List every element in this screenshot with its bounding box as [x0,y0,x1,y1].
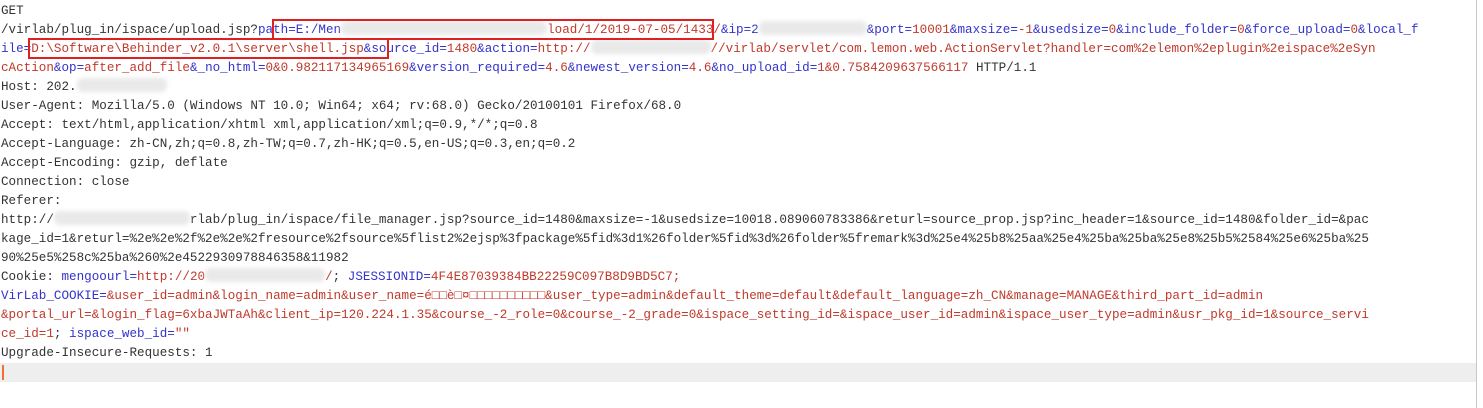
action-value-start: http:// [537,42,591,56]
action-value-end: cAction [1,61,54,75]
source-id-value: 1480 [446,42,478,56]
cookie-separator: ; [53,327,70,341]
ip-param: &ip=2 [720,23,759,37]
host-text: Host: 202. [1,80,77,94]
force-upload-key: &force_upload= [1244,23,1351,37]
no-upload-id-key: &no_upload_id= [711,61,818,75]
cookie-line-1: Cookie: mengoourl=http://20/; JSESSIONID… [1,268,681,284]
version-required-value: 4.6 [545,61,568,75]
upgrade-insecure-header: Upgrade-Insecure-Requests: 1 [1,346,213,360]
referer-line-3: 90%25e5%258c%25ba%260%2e4522930978846358… [1,251,349,265]
cookie-line-3: &portal_url=&login_flag=6xbaJWTaAh&clien… [1,308,1369,322]
action-value-path: //virlab/servlet/com.lemon.web.ActionSer… [710,42,1376,56]
usedsize-key: &usedsize= [1033,23,1109,37]
request-line-3: cAction&op=after_add_file&_no_html=0&0.9… [1,59,1036,78]
virlab-cookie-value-3: ce_id=1 [1,327,54,341]
local-file-key-start: &local_f [1358,23,1419,37]
referer-header: Referer: [1,194,62,208]
cookie-label: Cookie: [1,270,62,284]
include-folder-value: 0 [1237,23,1245,37]
source-id-key: &source_id= [363,42,447,56]
referer-scheme: http:// [1,213,54,227]
newest-version-value: 4.6 [688,61,712,75]
no-html-value: 0&0.982117134965169 [265,61,410,75]
referer-line-1: http:// rlab/plug_in/ispace/file_manager.… [1,211,1369,230]
raw-request-editor[interactable]: GET /virlab/plug_in/ispace/upload.jsp?pa… [0,0,1477,408]
accept-header: Accept: text/html,application/xhtml xml,… [1,118,538,132]
ispace-web-id-key: ispace_web_id= [69,327,175,341]
include-folder-key: &include_folder= [1116,23,1238,37]
op-key: &op= [53,61,85,75]
accept-language-header: Accept-Language: zh-CN,zh;q=0.8,zh-TW;q=… [1,137,576,151]
mengoourl-value: http://20 [137,270,206,284]
request-line-1: /virlab/plug_in/ispace/upload.jsp?path=E… [1,21,1419,40]
op-value: after_add_file [84,61,190,75]
virlab-cookie-key: VirLab_COOKIE= [1,289,107,303]
connection-header: Connection: close [1,175,130,189]
virlab-cookie-value-1: &user_id=admin&login_name=admin&user_nam… [106,289,1264,303]
ispace-web-id-value: "" [174,327,190,341]
port-key: &port= [866,23,913,37]
action-key: &action= [477,42,538,56]
redacted-referer-host [53,211,190,225]
local-file-value: D:\Software\Behinder_v2.0.1\server\shell… [31,42,364,56]
http-method: GET [1,4,24,18]
version-required-key: &version_required= [409,61,546,75]
redacted-ip [758,21,867,35]
accept-encoding-header: Accept-Encoding: gzip, deflate [1,156,228,170]
cookie-separator: ; [332,270,348,284]
request-path: /virlab/plug_in/ispace/upload.jsp? [1,23,258,37]
no-html-key: &_no_html= [189,61,266,75]
cookie-line-2: VirLab_COOKIE=&user_id=admin&login_name=… [1,287,1263,306]
user-agent-header: User-Agent: Mozilla/5.0 (Windows NT 10.0… [1,99,682,113]
maxsize-key: &maxsize= [949,23,1018,37]
current-line-highlight [0,363,1476,382]
jsessionid-value: 4F4E87039384BB22259C097B8D9BD5C7; [430,270,681,284]
path-param: path=E:/Men [257,23,342,37]
redacted-cookie-url [205,268,326,282]
no-upload-id-value: 1&0.7584209637566117 [817,61,969,75]
port-value: 10001 [912,23,950,37]
redacted-action-host [590,40,711,54]
path-value: load/1/2019-07-05/1433/ [547,23,721,37]
jsessionid-key: JSESSIONID= [347,270,431,284]
force-upload-value: 0 [1350,23,1359,37]
redacted-host [76,78,167,92]
mengoourl-key: mengoourl= [61,270,138,284]
maxsize-value: -1 [1017,23,1034,37]
redacted-path-segment [341,21,548,35]
host-header: Host: 202. [1,78,167,97]
referer-line-2: kage_id=1&returl=%2e%2e%2f%2e%2e%2fresou… [1,232,1369,246]
cookie-line-4: ce_id=1; ispace_web_id="" [1,325,190,344]
referer-path: rlab/plug_in/ispace/file_manager.jsp?sou… [189,213,1369,227]
local-file-key-end: ile= [1,42,32,56]
text-cursor [2,365,4,380]
http-version: HTTP/1.1 [968,61,1037,75]
newest-version-key: &newest_version= [567,61,689,75]
request-line-2: ile=D:\Software\Behinder_v2.0.1\server\s… [1,40,1376,59]
request-method-line: GET [1,2,24,21]
